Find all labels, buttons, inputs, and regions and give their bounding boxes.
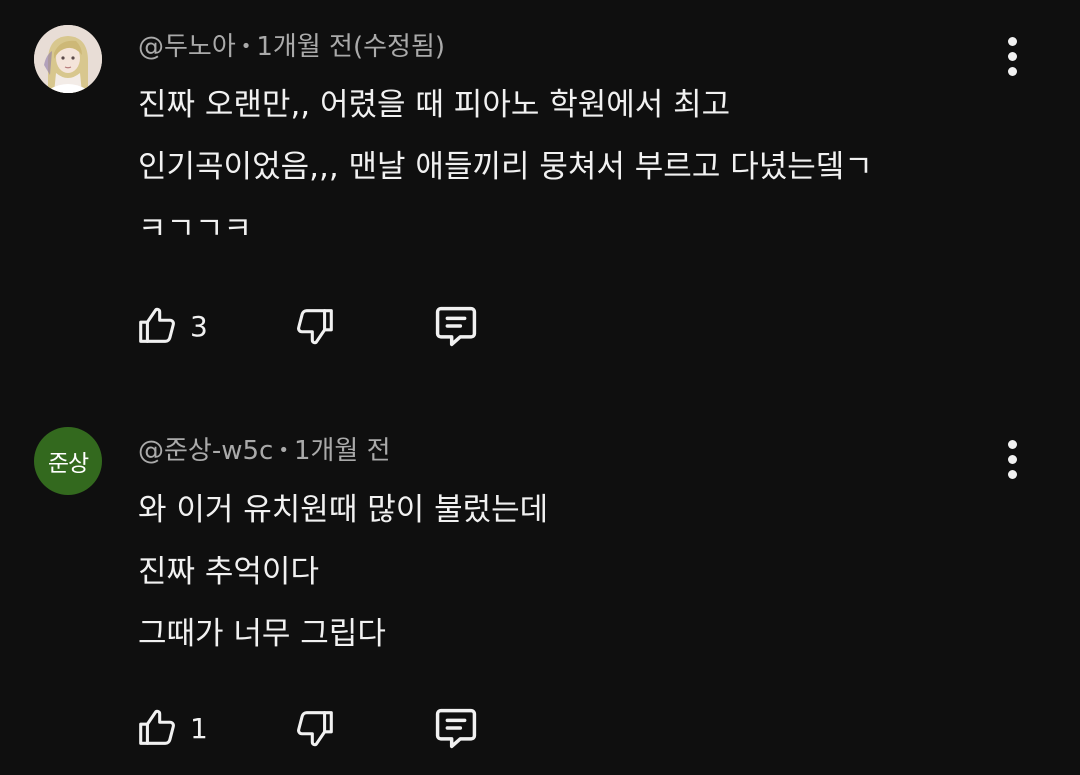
thumbs-down-icon: [297, 711, 333, 747]
avatar[interactable]: 준상: [34, 427, 102, 495]
comment-time: 1개월 전(수정됨): [256, 32, 446, 62]
like-count: 1: [190, 711, 208, 745]
avatar-initials: 준상: [47, 451, 89, 477]
like-button[interactable]: 1: [134, 700, 208, 756]
comment-line: ㅋㄱㄱㅋ: [138, 211, 253, 247]
comment-meta: @준상-w5c • 1개월 전: [138, 433, 391, 469]
comment-line: 진짜 추억이다: [138, 554, 319, 590]
comment-author[interactable]: @준상-w5c: [138, 436, 273, 466]
dislike-button[interactable]: [292, 700, 338, 756]
comment-meta: @두노아 • 1개월 전(수정됨): [138, 29, 445, 65]
like-button[interactable]: 3: [134, 298, 208, 354]
comment-actions: 1: [134, 700, 534, 756]
reply-comment-icon: [435, 708, 477, 749]
avatar[interactable]: [34, 25, 102, 93]
separator-dot: •: [278, 440, 289, 461]
thumbs-up-icon: [139, 307, 175, 343]
comment-author[interactable]: @두노아: [138, 32, 236, 62]
comment-time: 1개월 전: [293, 436, 391, 466]
reply-comment-icon: [435, 306, 477, 347]
thumbs-up-icon: [139, 709, 175, 745]
anime-portrait-avatar-icon: [34, 25, 102, 93]
comment-line: 와 이거 유치원때 많이 불렀는데: [138, 492, 549, 528]
comment-line: 진짜 오랜만,, 어렸을 때 피아노 학원에서 최고: [138, 87, 731, 123]
reply-button[interactable]: [430, 298, 482, 354]
comment-line: 인기곡이었음,,, 맨날 애들끼리 뭉쳐서 부르고 다녔는뎈ㄱ: [138, 149, 873, 185]
reply-button[interactable]: [430, 700, 482, 756]
comment-text: 와 이거 유치원때 많이 불렀는데 진짜 추억이다 그때가 너무 그립다: [138, 479, 1018, 665]
comment-line: 그때가 너무 그립다: [138, 616, 386, 652]
separator-dot: •: [240, 36, 252, 57]
comment-actions: 3: [134, 298, 534, 354]
comment-text: 진짜 오랜만,, 어렸을 때 피아노 학원에서 최고 인기곡이었음,,, 맨날 …: [138, 74, 1018, 260]
thumbs-down-icon: [297, 309, 333, 345]
dislike-button[interactable]: [292, 298, 338, 354]
like-count: 3: [190, 309, 208, 343]
